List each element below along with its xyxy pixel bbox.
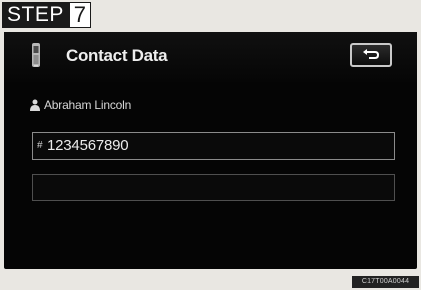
phone-prefix-icon: # [37,140,43,151]
phone-icon [32,43,40,67]
contact-name: Abraham Lincoln [44,98,132,112]
phone-number-value: 1234567890 [47,137,129,154]
step-label: STEP 7 [2,2,91,28]
phone-number-field[interactable]: # 1234567890 [32,132,395,160]
contact-data-screen: Contact Data Abraham Lincoln # 123456789… [4,32,417,269]
back-arrow-icon [363,49,380,59]
back-button[interactable] [350,43,392,67]
page-title: Contact Data [66,46,168,65]
image-code: C17T00A0044 [352,276,419,288]
contact-name-row: Abraham Lincoln [30,98,131,112]
person-icon [30,99,40,111]
empty-number-field[interactable] [32,174,395,201]
step-word: STEP [2,2,70,28]
step-number: 7 [69,2,91,28]
header-bar: Contact Data [4,32,417,82]
